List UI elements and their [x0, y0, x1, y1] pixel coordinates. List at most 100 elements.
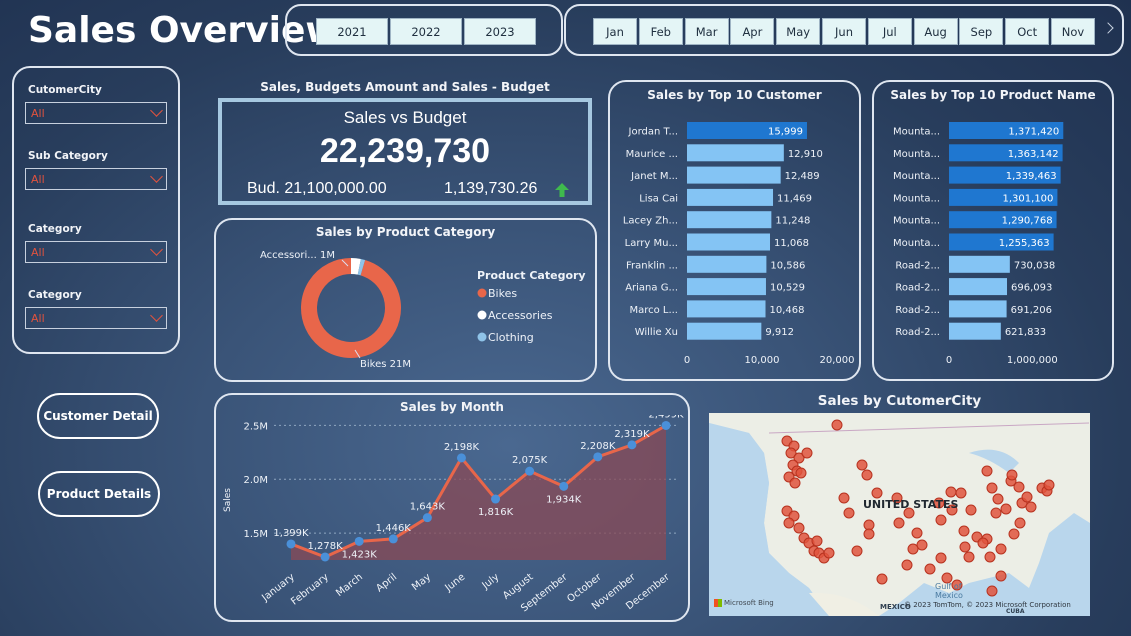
point-data-label: 2,075K	[512, 455, 548, 466]
month-pill-aug[interactable]: Aug	[913, 18, 958, 45]
city-bubble[interactable]	[871, 487, 883, 499]
bar-data-label: 1,301,100	[1003, 193, 1054, 204]
customer-detail-button[interactable]: Customer Detail	[37, 393, 159, 439]
month-pill-nov[interactable]: Nov	[1051, 18, 1095, 45]
bar-category-label: Mounta...	[893, 149, 940, 160]
y-tick-label: 2.0M	[243, 475, 268, 486]
slicer-dropdown[interactable]: All	[25, 102, 167, 124]
city-bubble[interactable]	[986, 585, 998, 597]
month-pill-sep[interactable]: Sep	[959, 18, 1004, 45]
city-bubble[interactable]	[924, 563, 936, 575]
city-bubble[interactable]	[801, 447, 813, 459]
city-bubble[interactable]	[977, 537, 989, 549]
city-bubble[interactable]	[893, 517, 905, 529]
city-bubble[interactable]	[945, 486, 957, 498]
bar-category-label: Janet M...	[630, 171, 678, 182]
city-bubble[interactable]	[981, 465, 993, 477]
city-bubble[interactable]	[911, 527, 923, 539]
month-pill-jan[interactable]: Jan	[593, 18, 637, 45]
donut-data-label: Accessori... 1M	[260, 250, 335, 261]
city-bubble[interactable]	[907, 543, 919, 555]
city-bubble[interactable]	[935, 514, 947, 526]
city-bubble[interactable]	[963, 551, 975, 563]
city-bubble[interactable]	[901, 559, 913, 571]
city-bubble[interactable]	[783, 517, 795, 529]
city-bubble[interactable]	[984, 551, 996, 563]
city-bubble[interactable]	[990, 507, 1002, 519]
slicer-value: All	[31, 246, 45, 259]
data-point	[320, 552, 330, 562]
city-bubble[interactable]	[1008, 528, 1020, 540]
city-bubble[interactable]	[1021, 491, 1033, 503]
month-pill-may[interactable]: May	[776, 18, 821, 45]
bar-data-label: 621,833	[1005, 327, 1046, 338]
year-pill-2023[interactable]: 2023	[464, 18, 536, 45]
city-map[interactable]	[709, 413, 1090, 616]
city-bubble[interactable]	[789, 477, 801, 489]
month-chart-title: Sales by Month	[400, 400, 504, 414]
city-bubble[interactable]	[935, 552, 947, 564]
month-pill-feb[interactable]: Feb	[638, 18, 683, 45]
x-tick-label: July	[480, 572, 502, 592]
city-bubble[interactable]	[811, 535, 823, 547]
data-point	[525, 466, 535, 476]
city-bubble[interactable]	[838, 492, 850, 504]
legend-marker	[477, 332, 487, 342]
point-data-label: 1,446K	[376, 523, 412, 534]
month-pill-jun[interactable]: Jun	[822, 18, 866, 45]
month-pill-oct[interactable]: Oct	[1005, 18, 1050, 45]
city-bubble[interactable]	[856, 459, 868, 471]
donut-slice-clothing	[357, 258, 366, 276]
city-bubble[interactable]	[986, 482, 998, 494]
bar-data-label: 1,371,420	[1008, 127, 1059, 138]
bar-category-label: Mounta...	[893, 238, 940, 249]
city-bubble[interactable]	[863, 528, 875, 540]
city-bubble[interactable]	[795, 467, 807, 479]
year-pill-2022[interactable]: 2022	[390, 18, 462, 45]
month-pill-mar[interactable]: Mar	[684, 18, 729, 45]
city-bubble[interactable]	[1000, 503, 1012, 515]
bar-category-label: Lacey Zh...	[623, 216, 678, 227]
city-bubble[interactable]	[959, 541, 971, 553]
point-data-label: 2,499K	[648, 415, 684, 420]
city-bubble[interactable]	[995, 543, 1007, 555]
bar	[949, 278, 1008, 296]
city-bubble[interactable]	[1013, 481, 1025, 493]
city-bubble[interactable]	[965, 504, 977, 516]
kpi-section-title: Sales, Budgets Amount and Sales - Budget	[260, 80, 550, 94]
city-bubble[interactable]	[1006, 469, 1018, 481]
city-bubble[interactable]	[851, 545, 863, 557]
city-bubble[interactable]	[831, 419, 843, 431]
month-pill-jul[interactable]: Jul	[867, 18, 912, 45]
city-bubble[interactable]	[1014, 517, 1026, 529]
product-details-button[interactable]: Product Details	[38, 471, 160, 517]
point-data-label: 2,198K	[444, 442, 480, 453]
city-bubble[interactable]	[793, 522, 805, 534]
year-pill-2021[interactable]: 2021	[316, 18, 388, 45]
month-area-chart: 1.5M2.0M2.5M1,399KJanuary1,278KFebruary1…	[223, 415, 684, 614]
data-point	[593, 452, 603, 462]
city-bubble[interactable]	[876, 573, 888, 585]
city-bubble[interactable]	[1025, 501, 1037, 513]
city-bubble[interactable]	[958, 525, 970, 537]
city-bubble[interactable]	[992, 493, 1004, 505]
bar-category-label: Mounta...	[893, 193, 940, 204]
slicer-dropdown[interactable]: All	[25, 307, 167, 329]
bar-data-label: 15,999	[768, 127, 803, 138]
legend-item: Bikes	[488, 287, 517, 300]
city-bubble[interactable]	[823, 547, 835, 559]
slicer-value: All	[31, 107, 45, 120]
bar-category-label: Road-2...	[895, 260, 940, 271]
bar-data-label: 696,093	[1011, 283, 1052, 294]
city-bubble[interactable]	[1043, 479, 1055, 491]
slicer-dropdown[interactable]: All	[25, 241, 167, 263]
city-bubble[interactable]	[995, 570, 1007, 582]
slicer-dropdown[interactable]: All	[25, 168, 167, 190]
month-pill-apr[interactable]: Apr	[730, 18, 775, 45]
city-bubble[interactable]	[843, 507, 855, 519]
bar	[687, 255, 767, 273]
y-tick-label: 2.5M	[243, 421, 268, 432]
city-bubble[interactable]	[955, 487, 967, 499]
city-bubble[interactable]	[916, 539, 928, 551]
city-bubble[interactable]	[861, 469, 873, 481]
